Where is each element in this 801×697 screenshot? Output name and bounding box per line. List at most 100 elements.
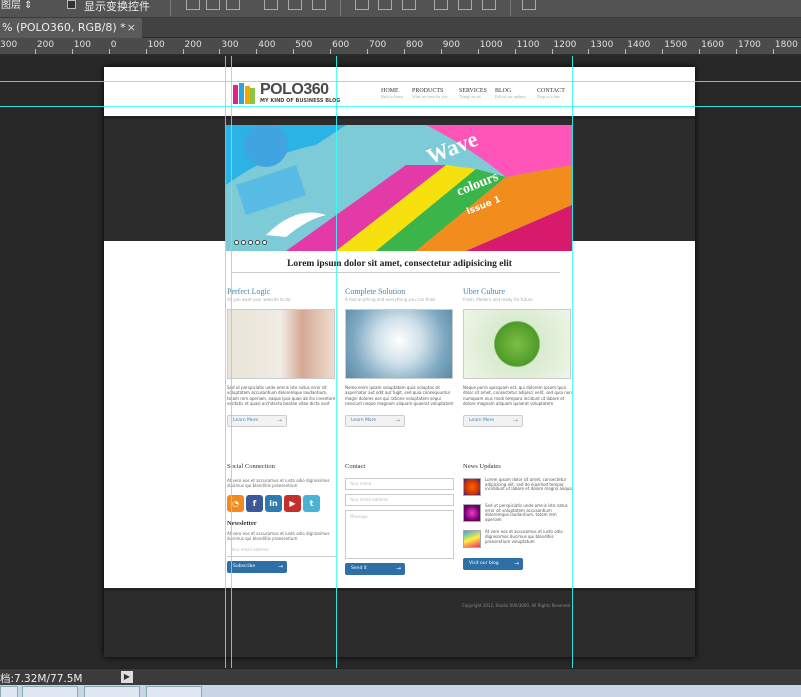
horizontal-guide[interactable] [0,81,801,82]
ruler-label: 1400 [627,40,651,50]
horizontal-guide[interactable] [0,106,801,107]
news-thumbnail [463,504,481,522]
ruler-tick [699,49,701,54]
ruler-tick [625,49,627,54]
feature-title: Complete Solution [345,287,406,296]
news-item[interactable]: Sed ut perspiciatis unde omnis iste natu… [463,503,573,522]
document-tab-title: % (POLO360, RGB/8) * [2,21,126,34]
distribute-left-icon[interactable] [434,0,448,10]
news-item[interactable]: Lorem ipsum dolor sit amet, consectetur … [463,477,573,496]
document-tab[interactable]: % (POLO360, RGB/8) * × [0,18,142,38]
ruler-tick [514,49,516,54]
rss-icon[interactable]: ◔ [227,495,244,512]
contact-message-textarea[interactable]: Message [345,510,454,559]
status-bar: 档:7.32M/77.5M ▶ [0,668,801,685]
site-footer: Copyright 2012, Studio XVII/3000, All Ri… [104,588,695,657]
slider-dot[interactable] [234,240,239,245]
align-bottom-icon[interactable] [226,0,240,10]
twitter-icon[interactable]: t [303,495,320,512]
feature-body: Neque porro quisquam est, qui dolorem ip… [463,385,572,407]
show-transform-checkbox[interactable] [67,0,76,9]
newsletter-email-input[interactable]: Your email address [227,545,336,557]
feature-column: Perfect Logic All you want your website … [227,287,337,427]
ruler-tick [108,49,110,54]
vertical-guide[interactable] [231,56,232,668]
ruler-tick [662,49,664,54]
contact-column: Contact Your name Your email address Mes… [345,463,455,575]
slider-dot[interactable] [241,240,246,245]
slider-dot[interactable] [262,240,267,245]
feature-column: Uber Culture Fresh, Modern and ready for… [463,287,573,427]
nav-services[interactable]: SERVICES Things we do [459,88,487,99]
align-left-icon[interactable] [264,0,278,10]
slider-dot[interactable] [255,240,260,245]
feature-subtitle: All you want your website to do [227,297,291,302]
align-hcenter-icon[interactable] [288,0,302,10]
ruler-tick [145,49,147,54]
feature-subtitle: A tool anything and everything you can t… [345,297,436,302]
visit-blog-button[interactable]: Visit our blog [463,558,523,571]
layer-select[interactable]: 图层 ⇕ [0,0,46,14]
taskbar-button[interactable] [22,686,78,697]
nav-home[interactable]: HOME Back to home [381,88,403,99]
news-item[interactable]: At vero eos et accusamus et iusto odio d… [463,530,573,549]
slider-pagination[interactable] [234,240,267,245]
news-thumbnail [463,530,481,549]
facebook-icon[interactable]: f [246,495,263,512]
site-header: POLO360 MY KIND OF BUSINESS BLOG HOME Bac… [104,67,695,116]
distribute-vcenter-icon[interactable] [378,0,392,10]
vertical-guide[interactable] [572,56,573,668]
ruler-tick [551,49,553,54]
align-vcenter-icon[interactable] [206,0,220,10]
align-top-icon[interactable] [186,0,200,10]
close-tab-icon[interactable]: × [127,18,136,38]
contact-title: Contact [345,463,366,470]
auto-align-icon[interactable] [522,0,536,10]
youtube-icon[interactable]: ▶ [284,495,301,512]
feature-image [463,309,571,379]
feature-body: Nemo enim ipsam voluptatem quia voluptas… [345,385,454,407]
contact-email-input[interactable]: Your email address [345,494,454,506]
nav-blog[interactable]: BLOG Follow our updates [495,88,526,99]
distribute-right-icon[interactable] [482,0,496,10]
align-right-icon[interactable] [312,0,326,10]
document-canvas[interactable]: POLO360 MY KIND OF BUSINESS BLOG HOME Bac… [104,67,695,657]
learn-more-button[interactable]: Learn More [463,414,523,427]
copyright-text: Copyright 2012, Studio XVII/3000, All Ri… [462,603,571,608]
nav-products[interactable]: PRODUCTS What we have for you [412,88,448,99]
distribute-bottom-icon[interactable] [402,0,416,10]
vertical-guide[interactable] [225,56,226,668]
horizontal-ruler[interactable]: 300 200 100 0 100 200 300 400 500 600 700 800 900 100… [0,38,801,55]
ruler-label: 400 [258,40,276,50]
ruler-tick [477,49,479,54]
taskbar-button[interactable] [146,686,202,697]
slider-dot[interactable] [248,240,253,245]
ruler-label: 1600 [701,40,724,50]
learn-more-button[interactable]: Learn More [227,414,287,427]
ruler-tick [367,49,368,54]
vertical-guide[interactable] [336,56,337,668]
subscribe-button[interactable]: Subscribe [227,561,287,573]
ruler-label: 1100 [516,40,540,50]
learn-more-button[interactable]: Learn More [345,414,405,427]
social-text: At vero eos et accusamus et iusto odio d… [227,478,330,488]
nav-contact[interactable]: CONTACT Drop us a line [537,88,565,99]
taskbar [0,685,801,697]
logo-icon [233,83,255,104]
headline: Lorem ipsum dolor sit amet, consectetur … [287,259,512,269]
taskbar-button[interactable] [0,686,18,697]
send-button[interactable]: Send it [345,563,405,575]
contact-name-input[interactable]: Your name [345,478,454,490]
ruler-tick [330,49,332,54]
linkedin-icon[interactable]: in [265,495,282,512]
feature-body: Sed ut perspiciatis unde omnis iste natu… [227,385,336,407]
ruler-label: 1000 [479,40,503,50]
news-column: News Updates Lorem ipsum dolor sit amet,… [463,463,573,571]
taskbar-button[interactable] [84,686,140,697]
ruler-label: 0 [110,40,117,50]
hero-slider[interactable]: Wave colours issue 1 [226,125,572,251]
distribute-hcenter-icon[interactable] [458,0,472,10]
status-menu-arrow-icon[interactable]: ▶ [121,671,133,683]
distribute-top-icon[interactable] [355,0,369,10]
logo-text[interactable]: POLO360 [260,81,329,99]
